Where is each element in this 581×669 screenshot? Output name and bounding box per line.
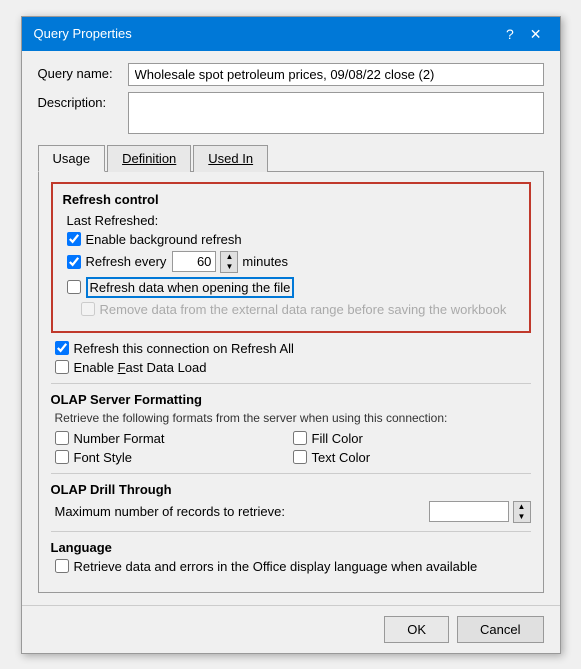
separator-1 (51, 383, 531, 384)
max-records-down-btn[interactable]: ▼ (514, 512, 530, 522)
fill-color-check[interactable]: Fill Color (293, 431, 531, 446)
language-retrieve-check[interactable]: Retrieve data and errors in the Office d… (55, 559, 478, 574)
fast-data-load-label: Enable Fast Data Load (74, 360, 207, 375)
tabs-bar: Usage Definition Used In (38, 144, 544, 172)
language-retrieve-row: Retrieve data and errors in the Office d… (51, 559, 531, 574)
text-color-check[interactable]: Text Color (293, 450, 531, 465)
refresh-on-open-check[interactable]: Refresh data when opening the file (67, 277, 295, 298)
language-section: Language Retrieve data and errors in the… (51, 540, 531, 574)
olap-drill-title: OLAP Drill Through (51, 482, 531, 497)
tab-content: Refresh control Last Refreshed: Enable b… (38, 172, 544, 593)
tab-used-in[interactable]: Used In (193, 145, 268, 172)
max-records-label: Maximum number of records to retrieve: (55, 504, 285, 519)
enable-background-row: Enable background refresh (63, 232, 519, 247)
refresh-control-title: Refresh control (63, 192, 519, 207)
fill-color-checkbox[interactable] (293, 431, 307, 445)
refresh-every-row: Refresh every ▲ ▼ minutes (63, 251, 519, 273)
max-records-row: Maximum number of records to retrieve: ▲… (51, 501, 531, 523)
max-records-spin-btns: ▲ ▼ (513, 501, 531, 523)
refresh-on-open-checkbox[interactable] (67, 280, 81, 294)
spinner-up-btn[interactable]: ▲ (221, 252, 237, 262)
query-properties-dialog: Query Properties ? ✕ Query name: Descrip… (21, 16, 561, 654)
olap-format-checks: Number Format Fill Color Font Style (51, 431, 531, 465)
language-title: Language (51, 540, 531, 555)
help-button[interactable]: ? (500, 25, 520, 43)
spinner-down-btn[interactable]: ▼ (221, 262, 237, 272)
tab-usage[interactable]: Usage (38, 145, 106, 172)
number-format-check[interactable]: Number Format (55, 431, 293, 446)
refresh-connection-check[interactable]: Refresh this connection on Refresh All (55, 341, 294, 356)
max-records-spinner: ▲ ▼ (429, 501, 531, 523)
description-label: Description: (38, 92, 128, 110)
refresh-on-open-row: Refresh data when opening the file (63, 277, 519, 298)
refresh-every-spinner: ▲ ▼ minutes (172, 251, 288, 273)
olap-formatting-title: OLAP Server Formatting (51, 392, 531, 407)
cancel-button[interactable]: Cancel (457, 616, 543, 643)
enable-background-checkbox[interactable] (67, 232, 81, 246)
last-refreshed-row: Last Refreshed: (63, 213, 519, 228)
refresh-control-section: Refresh control Last Refreshed: Enable b… (51, 182, 531, 333)
text-color-checkbox[interactable] (293, 450, 307, 464)
query-name-input[interactable] (128, 63, 544, 86)
fast-data-load-checkbox[interactable] (55, 360, 69, 374)
query-name-label: Query name: (38, 63, 128, 81)
max-records-input[interactable] (429, 501, 509, 522)
language-retrieve-checkbox[interactable] (55, 559, 69, 573)
olap-drill-section: OLAP Drill Through Maximum number of rec… (51, 482, 531, 523)
dialog-title: Query Properties (34, 26, 132, 41)
number-format-checkbox[interactable] (55, 431, 69, 445)
olap-formatting-desc: Retrieve the following formats from the … (51, 411, 531, 425)
fast-data-load-row: Enable Fast Data Load (51, 360, 531, 375)
title-bar-controls: ? ✕ (500, 25, 548, 43)
spinner-buttons: ▲ ▼ (220, 251, 238, 273)
separator-3 (51, 531, 531, 532)
dialog-body: Query name: Description: Usage Definitio… (22, 51, 560, 605)
remove-data-row: Remove data from the external data range… (63, 302, 519, 317)
refresh-every-check[interactable]: Refresh every (67, 254, 167, 269)
remove-data-checkbox (81, 302, 95, 316)
refresh-connection-row: Refresh this connection on Refresh All (51, 341, 531, 356)
title-bar: Query Properties ? ✕ (22, 17, 560, 51)
minutes-label: minutes (242, 254, 288, 269)
tabs-container: Usage Definition Used In Refresh control… (38, 144, 544, 593)
font-style-checkbox[interactable] (55, 450, 69, 464)
refresh-connection-checkbox[interactable] (55, 341, 69, 355)
enable-background-check[interactable]: Enable background refresh (67, 232, 242, 247)
refresh-every-checkbox[interactable] (67, 255, 81, 269)
refresh-every-input[interactable] (172, 251, 216, 272)
font-style-check[interactable]: Font Style (55, 450, 293, 465)
ok-button[interactable]: OK (384, 616, 449, 643)
separator-2 (51, 473, 531, 474)
close-button[interactable]: ✕ (524, 25, 548, 43)
description-row: Description: (38, 92, 544, 134)
dialog-footer: OK Cancel (22, 605, 560, 653)
max-records-up-btn[interactable]: ▲ (514, 502, 530, 512)
fast-data-load-check[interactable]: Enable Fast Data Load (55, 360, 207, 375)
description-input[interactable] (128, 92, 544, 134)
last-refreshed-label: Last Refreshed: (67, 213, 159, 228)
query-name-row: Query name: (38, 63, 544, 86)
olap-formatting-section: OLAP Server Formatting Retrieve the foll… (51, 392, 531, 465)
tab-definition[interactable]: Definition (107, 145, 191, 172)
remove-data-check: Remove data from the external data range… (81, 302, 507, 317)
